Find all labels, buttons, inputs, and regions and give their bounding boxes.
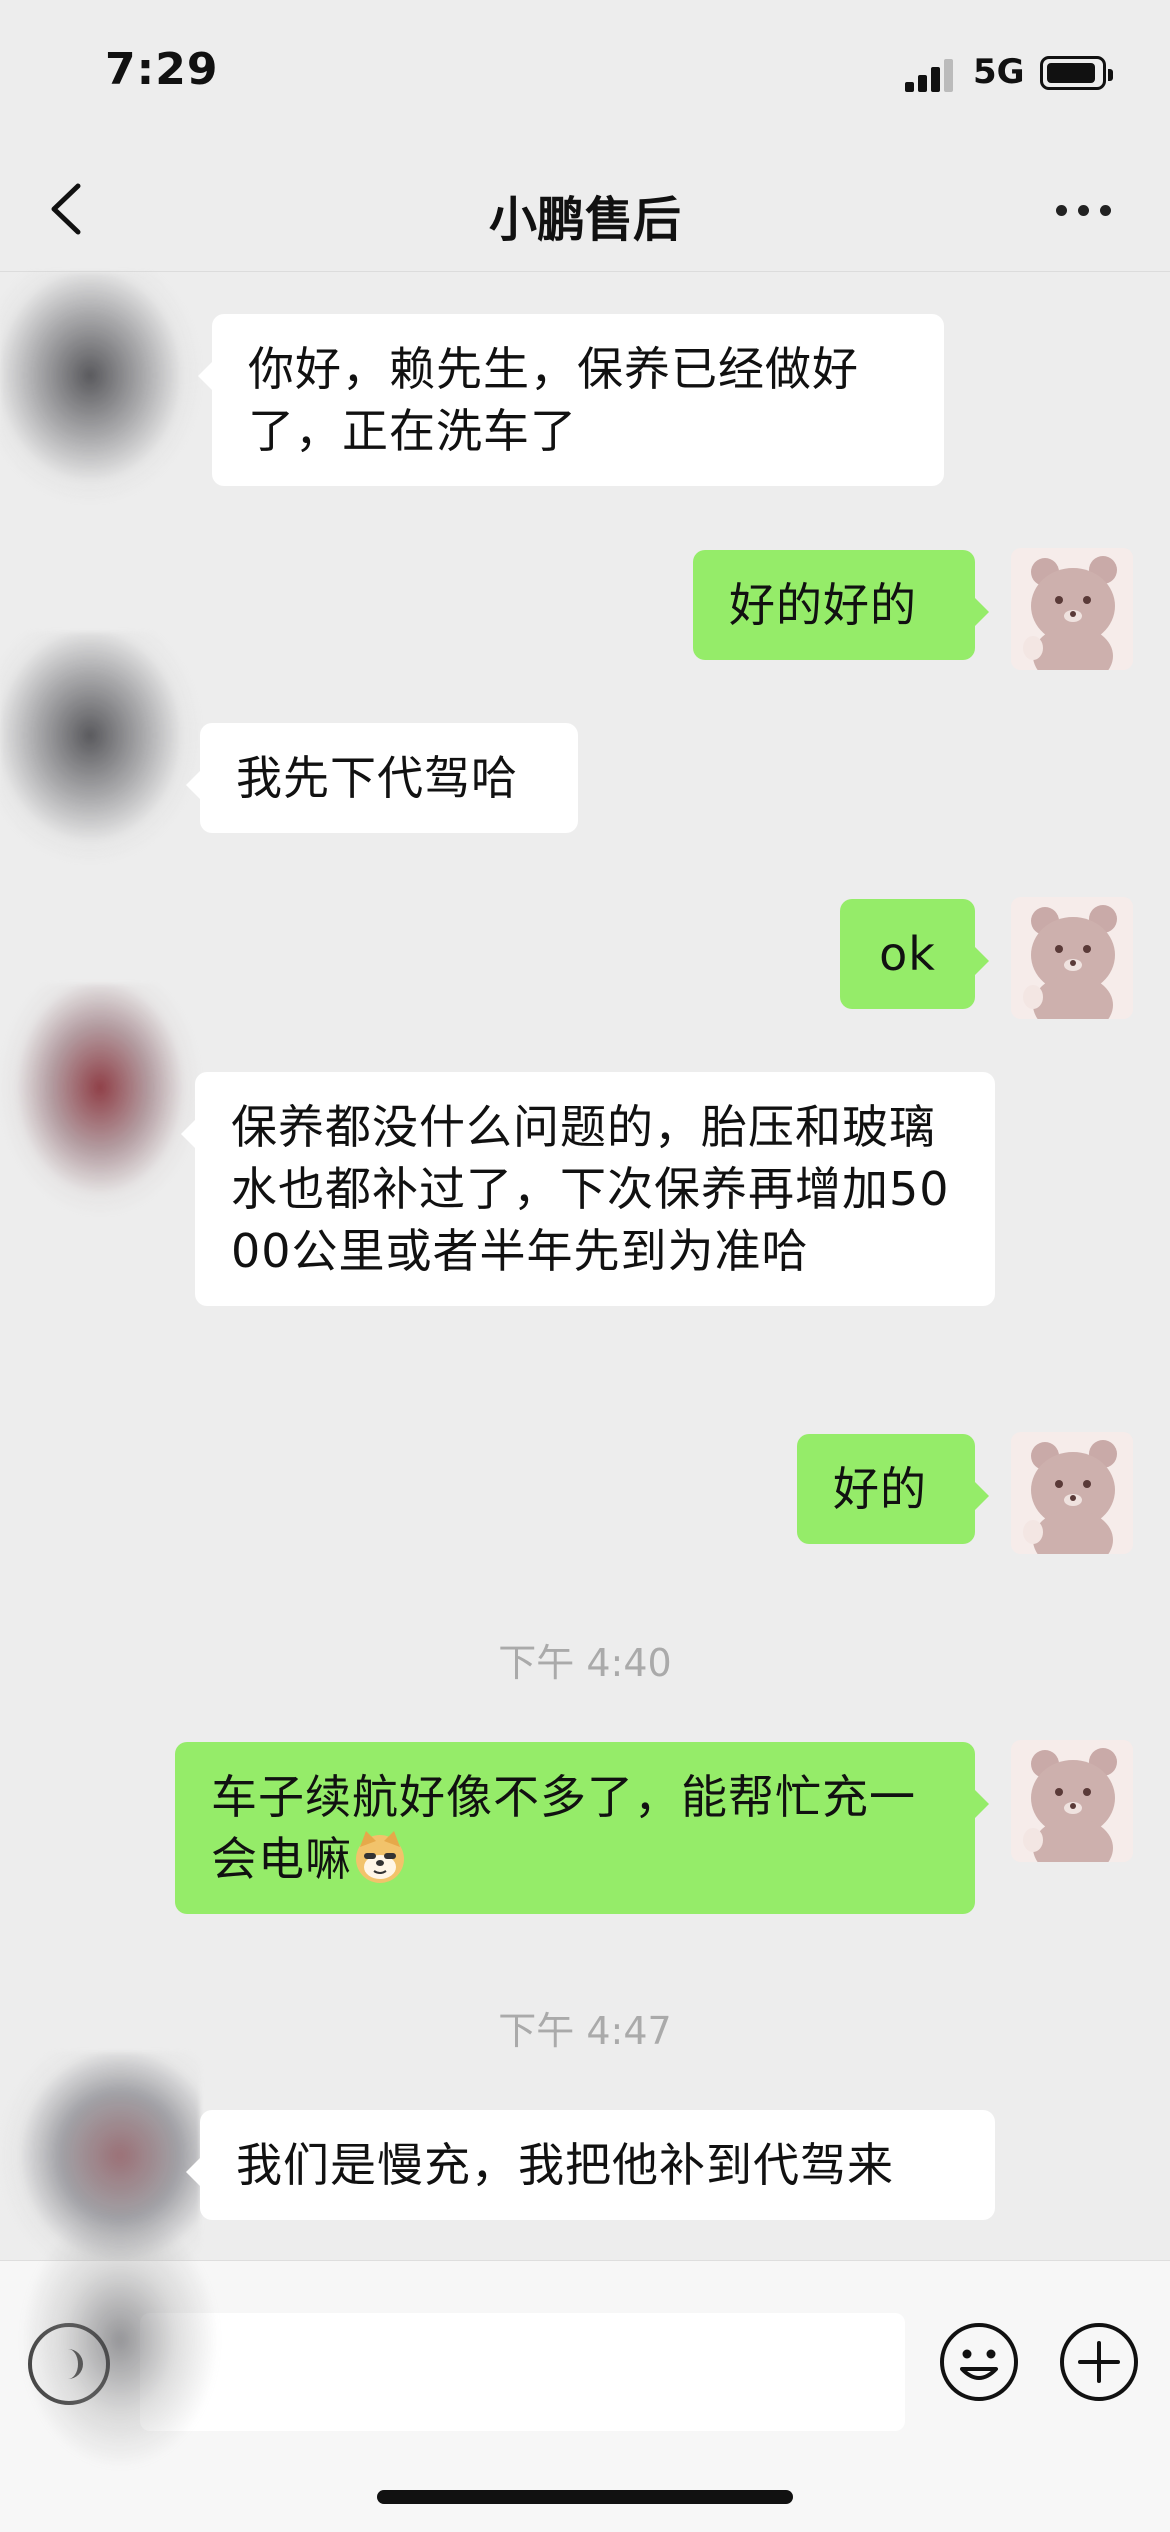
avatar[interactable] bbox=[1011, 548, 1133, 670]
bear-avatar bbox=[1011, 1740, 1133, 1862]
message-bubble-received[interactable]: 保养都没什么问题的，胎压和玻璃水也都补过了，下次保养再增加5000公里或者半年先… bbox=[181, 1072, 995, 1306]
message-bubble-received[interactable]: 我先下代驾哈 bbox=[186, 723, 578, 833]
chat-area[interactable]: 你好，赖先生，保养已经做好了，正在洗车了 好的好的 我先下代驾哈 ok 保养都没… bbox=[0, 272, 1170, 2282]
emoji-button[interactable] bbox=[938, 2321, 1020, 2403]
avatar[interactable] bbox=[0, 272, 200, 502]
more-button[interactable] bbox=[1050, 200, 1120, 220]
plus-button[interactable] bbox=[1058, 2321, 1140, 2403]
nav-bar: 小鹏售后 bbox=[0, 150, 1170, 272]
avatar[interactable] bbox=[1011, 1432, 1133, 1554]
avatar[interactable] bbox=[0, 632, 200, 862]
more-dots-icon bbox=[1056, 205, 1067, 216]
message-bubble-sent[interactable]: 车子续航好像不多了，能帮忙充一会电嘛 bbox=[175, 1742, 989, 1914]
battery-icon bbox=[1040, 56, 1113, 90]
plus-icon bbox=[1060, 2323, 1138, 2401]
bear-avatar bbox=[1011, 1432, 1133, 1554]
message-input[interactable] bbox=[140, 2313, 905, 2431]
emoji-icon bbox=[940, 2323, 1018, 2401]
bear-avatar bbox=[1011, 548, 1133, 670]
status-bar: 7:29 5G bbox=[0, 0, 1170, 150]
message-bubble-received[interactable]: 你好，赖先生，保养已经做好了，正在洗车了 bbox=[198, 314, 944, 486]
message-text: 车子续航好像不多了，能帮忙充一会电嘛 bbox=[211, 1770, 916, 1886]
home-indicator[interactable] bbox=[377, 2490, 793, 2504]
avatar-overlay bbox=[20, 2210, 220, 2470]
chat-title: 小鹏售后 bbox=[488, 192, 681, 248]
avatar[interactable] bbox=[1011, 1740, 1133, 1862]
message-bubble-sent[interactable]: 好的好的 bbox=[693, 550, 989, 660]
message-timestamp: 下午 4:40 bbox=[498, 1641, 672, 1685]
doge-emoji-icon bbox=[356, 1831, 404, 1883]
message-timestamp: 下午 4:47 bbox=[498, 2009, 672, 2053]
avatar[interactable] bbox=[0, 984, 200, 1214]
message-bubble-received[interactable]: 我们是慢充，我把他补到代驾来 bbox=[186, 2110, 995, 2220]
status-time: 7:29 bbox=[105, 44, 219, 95]
network-label: 5G bbox=[973, 52, 1025, 92]
message-bubble-sent[interactable]: ok bbox=[840, 899, 989, 1009]
message-bubble-sent[interactable]: 好的 bbox=[797, 1434, 989, 1544]
bear-avatar bbox=[1011, 897, 1133, 1019]
avatar[interactable] bbox=[1011, 897, 1133, 1019]
signal-icon bbox=[905, 58, 955, 92]
